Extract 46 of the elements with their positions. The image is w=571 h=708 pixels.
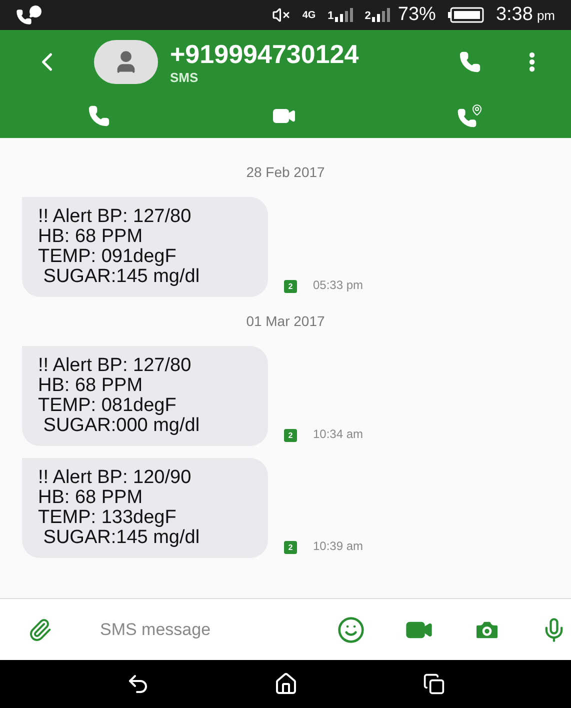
sim-badge: 2 [284, 541, 297, 554]
message-line: TEMP: 133degF [38, 508, 178, 528]
recents-nav-button[interactable] [422, 673, 445, 695]
message-field[interactable]: SMS message [100, 616, 321, 642]
battery-percent: 73% [398, 2, 436, 27]
message-line: HB: 68 PPM [38, 376, 144, 396]
message-time: 05:33 pm [313, 277, 364, 294]
avatar-icon [94, 40, 158, 84]
signal-icon [334, 8, 353, 22]
date-separator: 28 Feb 2017 [246, 163, 325, 182]
sim-number: 2 [364, 11, 371, 22]
more-icon [529, 52, 535, 72]
message-line: SUGAR:145 mg/dl [42, 267, 201, 287]
sim-badge: 2 [284, 429, 297, 442]
message-line: HB: 68 PPM [38, 227, 144, 247]
contact-number: +919994730124 [170, 40, 359, 66]
attach-button[interactable] [28, 618, 52, 642]
phone-icon [457, 108, 477, 128]
message-line: HB: 68 PPM [38, 488, 144, 508]
contact-subtitle: SMS [170, 70, 200, 84]
network-type: 4G [302, 8, 316, 22]
message-line: SUGAR:145 mg/dl [42, 528, 201, 548]
call-message-icon [16, 5, 42, 25]
clock: 3:38 [496, 2, 533, 27]
menu-button[interactable] [529, 52, 535, 72]
message-line: TEMP: 081degF [38, 396, 178, 416]
date-separator: 01 Mar 2017 [246, 312, 325, 331]
message-time: 10:34 am [313, 426, 364, 443]
phone-location-button[interactable] [457, 104, 483, 128]
mute-icon [272, 6, 290, 24]
message-line: SUGAR:000 mg/dl [42, 416, 201, 436]
message-line: !! Alert BP: 127/80 [38, 207, 192, 227]
message-line: !! Alert BP: 127/80 [38, 356, 192, 376]
home-nav-button[interactable] [274, 672, 298, 696]
sim-badge: 2 [284, 280, 297, 293]
sim-number: 1 [328, 11, 334, 22]
message-time: 10:39 am [313, 538, 364, 555]
message-line: !! Alert BP: 120/90 [38, 468, 192, 488]
voice-call-button[interactable] [88, 105, 110, 127]
call-button[interactable] [459, 51, 481, 73]
clock-period: pm [536, 6, 555, 25]
pin-icon [471, 104, 483, 116]
signal-icon [372, 8, 390, 22]
message-line: TEMP: 091degF [38, 247, 178, 267]
battery-icon [448, 7, 484, 23]
emoji-button[interactable] [337, 616, 365, 644]
